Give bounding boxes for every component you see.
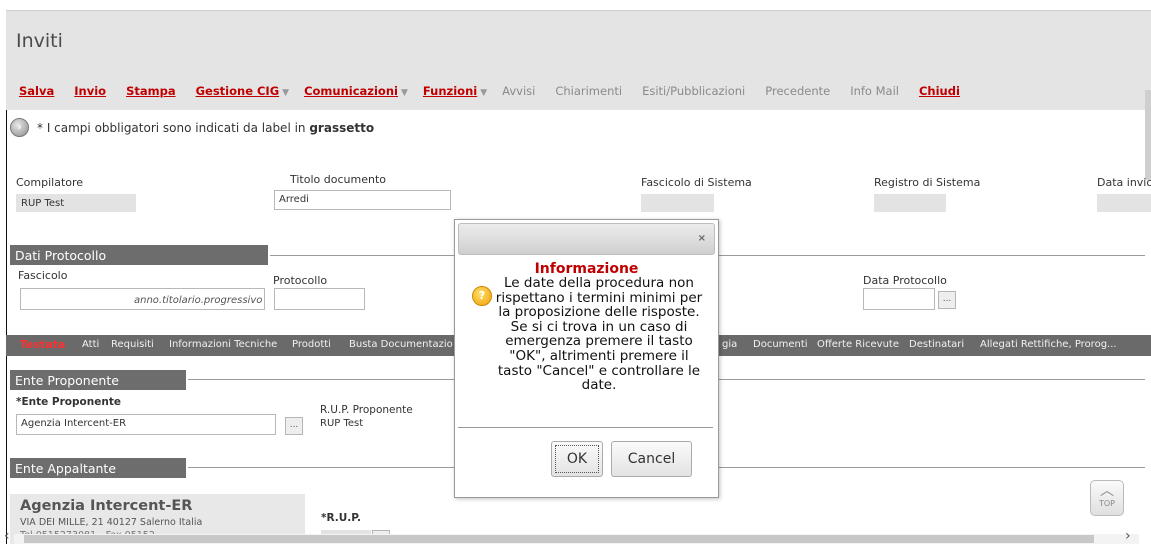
toolbar-precedente-link[interactable]: Precedente (765, 84, 830, 98)
required-note-bold: grassetto (309, 120, 375, 135)
toolbar-avvisi-link[interactable]: Avvisi (502, 84, 535, 98)
rup-label: *R.U.P. (321, 512, 362, 524)
scroll-right-icon[interactable]: › (1125, 528, 1131, 544)
horizontal-scrollbar-thumb[interactable] (24, 535, 1094, 543)
tab-strategia[interactable]: gia (722, 339, 737, 350)
tab-testata[interactable]: Testata (20, 338, 65, 351)
toolbar-comunicazioni-menu[interactable]: Comunicazioni ▼ (304, 84, 408, 98)
chevron-up-icon: ︿ (1100, 483, 1114, 499)
ente-appaltante-address: VIA DEI MILLE, 21 40127 Salerno Italia (20, 517, 203, 528)
fascicolo-sistema-field (641, 194, 714, 212)
scroll-left-icon[interactable]: ‹ (4, 528, 10, 544)
rup-proponente-label: R.U.P. Proponente (320, 404, 413, 416)
toolbar-comunicazioni-label: Comunicazioni (304, 84, 398, 98)
toolbar-funzioni-menu[interactable]: Funzioni ▼ (423, 84, 487, 98)
ente-proponente-field[interactable]: Agenzia Intercent-ER (16, 414, 276, 435)
ente-appaltante-name: Agenzia Intercent-ER (20, 498, 193, 514)
chevron-down-icon: ▼ (282, 88, 290, 98)
tab-informazioni-tecniche[interactable]: Informazioni Tecniche (169, 339, 277, 350)
required-note-text: * I campi obbligatori sono indicati da l… (37, 120, 310, 135)
toolbar-salva-link[interactable]: Salva (19, 84, 54, 98)
titolo-label: Titolo documento (290, 173, 386, 186)
data-protocollo-input[interactable] (863, 288, 935, 310)
tab-busta-documentazione[interactable]: Busta Documentazio (349, 339, 453, 350)
toolbar-stampa-link[interactable]: Stampa (126, 84, 176, 98)
toolbar-chiudi-link[interactable]: Chiudi (919, 84, 960, 98)
horizontal-scrollbar[interactable] (14, 534, 1139, 544)
tab-requisiti[interactable]: Requisiti (111, 339, 154, 350)
ente-appaltante-header: Ente Appaltante (10, 458, 186, 478)
ente-proponente-picker-button[interactable]: ... (285, 417, 303, 435)
scroll-top-button[interactable]: ︿ TOP (1090, 480, 1124, 516)
required-fields-note: › * I campi obbligatori sono indicati da… (10, 118, 374, 137)
ok-button[interactable]: OK (551, 441, 603, 477)
fascicolo-label: Fascicolo (18, 269, 68, 282)
page-title: Inviti (16, 30, 63, 52)
titolo-field[interactable]: Arredi (274, 190, 451, 210)
registro-sistema-label: Registro di Sistema (874, 176, 981, 189)
dati-protocollo-header: Dati Protocollo (10, 245, 268, 265)
app-window: Inviti Salva Invio Stampa Gestione CIG ▼ … (0, 0, 1151, 544)
toolbar-esiti-link[interactable]: Esiti/Pubblicazioni (642, 84, 745, 98)
info-dialog: × Informazione ? Le date della procedura… (454, 219, 719, 498)
vertical-scrollbar[interactable] (1145, 90, 1151, 180)
ente-proponente-label: *Ente Proponente (16, 396, 121, 408)
protocollo-input[interactable] (274, 288, 365, 310)
protocollo-label: Protocollo (273, 274, 328, 287)
chevron-down-icon: ▼ (400, 88, 408, 98)
cancel-button[interactable]: Cancel (611, 441, 692, 477)
toolbar-gestione-cig-menu[interactable]: Gestione CIG ▼ (196, 84, 290, 98)
fascicolo-sistema-label: Fascicolo di Sistema (641, 176, 752, 189)
chevron-down-icon: ▼ (480, 88, 488, 98)
tab-atti[interactable]: Atti (82, 339, 99, 350)
toolbar-funzioni-label: Funzioni (422, 84, 478, 98)
tab-documenti[interactable]: Documenti (753, 339, 808, 350)
dialog-header: × (458, 223, 715, 255)
fascicolo-hint: anno.titolario.progressivo (134, 295, 263, 306)
title-bar: Inviti (6, 10, 1151, 73)
close-icon[interactable]: × (698, 233, 706, 244)
data-protocollo-label: Data Protocollo (863, 274, 947, 287)
tab-destinatari[interactable]: Destinatari (909, 339, 964, 350)
data-invio-field (1097, 194, 1151, 212)
rup-proponente-value: RUP Test (320, 418, 364, 429)
info-icon: › (10, 118, 29, 137)
toolbar: Salva Invio Stampa Gestione CIG ▼ Comunic… (6, 72, 1151, 110)
top-button-label: TOP (1098, 499, 1115, 508)
tab-prodotti[interactable]: Prodotti (292, 339, 331, 350)
registro-sistema-field (874, 194, 946, 212)
dialog-divider (458, 427, 713, 428)
toolbar-gestione-cig-label: Gestione CIG (195, 84, 280, 98)
tab-allegati-rettifiche[interactable]: Allegati Rettifiche, Prorog... (980, 339, 1117, 350)
toolbar-invio-link[interactable]: Invio (74, 84, 106, 98)
data-protocollo-picker-button[interactable]: ... (938, 291, 956, 309)
toolbar-info-mail-link[interactable]: Info Mail (850, 84, 899, 98)
dialog-message: Le date della procedura non rispettano i… (495, 275, 703, 394)
ente-proponente-header: Ente Proponente (10, 370, 186, 390)
compilatore-field: RUP Test (16, 194, 136, 212)
data-invio-label: Data invio (1097, 176, 1151, 189)
tab-offerte-ricevute[interactable]: Offerte Ricevute (817, 339, 899, 350)
compilatore-label: Compilatore (16, 176, 84, 189)
question-icon: ? (472, 286, 492, 306)
toolbar-chiarimenti-link[interactable]: Chiarimenti (555, 84, 622, 98)
